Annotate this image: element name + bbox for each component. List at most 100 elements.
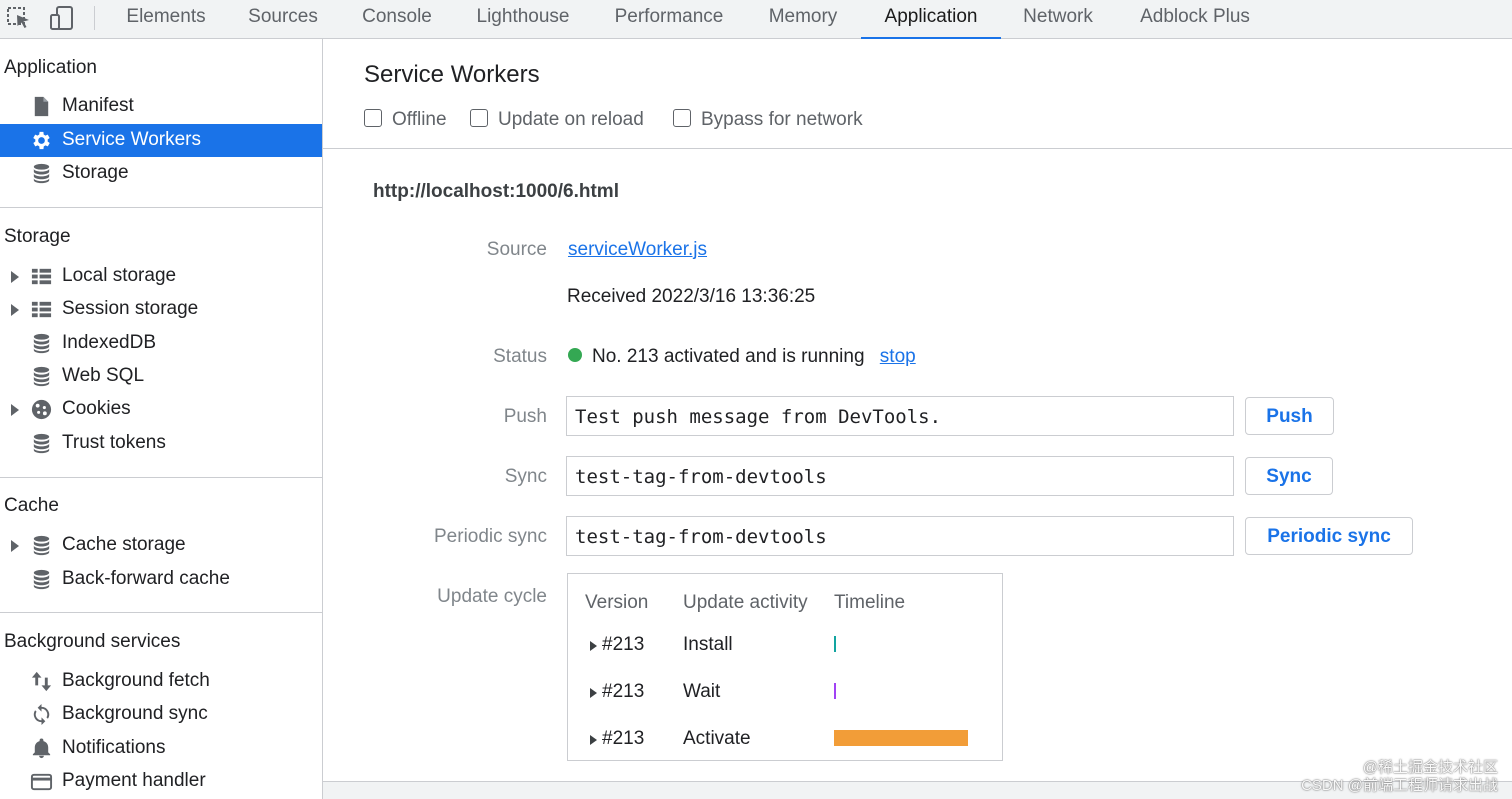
sidebar-item-label: Local storage bbox=[62, 265, 177, 286]
sidebar-item-label: IndexedDB bbox=[62, 332, 157, 353]
sidebar-divider bbox=[0, 207, 322, 208]
sidebar-item-session-storage[interactable]: Session storage bbox=[0, 293, 322, 326]
sidebar-section-cache: Cache bbox=[4, 495, 59, 516]
wait-timeline-bar bbox=[834, 683, 836, 699]
push-message-input[interactable]: Test push message from DevTools. bbox=[566, 396, 1234, 436]
periodic-sync-button[interactable]: Periodic sync bbox=[1245, 517, 1413, 555]
sidebar-item-web-sql[interactable]: Web SQL bbox=[0, 360, 322, 393]
activate-timeline-bar bbox=[834, 730, 968, 746]
table-row[interactable]: #213 Install bbox=[568, 632, 1004, 660]
bypass-for-network-checkbox[interactable]: Bypass for network bbox=[673, 109, 863, 131]
sidebar-item-local-storage[interactable]: Local storage bbox=[0, 260, 322, 293]
expand-arrow-icon[interactable] bbox=[11, 271, 19, 283]
sidebar-item-label: Background fetch bbox=[62, 670, 210, 691]
tab-network[interactable]: Network bbox=[1008, 0, 1108, 38]
version-cell: #213 bbox=[602, 634, 645, 655]
sync-tag-input[interactable]: test-tag-from-devtools bbox=[566, 456, 1234, 496]
activity-column-header: Update activity bbox=[683, 592, 808, 613]
sidebar-item-notifications[interactable]: Notifications bbox=[0, 732, 322, 765]
expand-arrow-icon[interactable] bbox=[11, 540, 19, 552]
sidebar-item-label: Cookies bbox=[62, 398, 131, 419]
sync-label: Sync bbox=[504, 466, 547, 487]
timeline-column-header: Timeline bbox=[834, 592, 906, 613]
sidebar-item-background-sync[interactable]: Background sync bbox=[0, 698, 322, 731]
sidebar-item-indexeddb[interactable]: IndexedDB bbox=[0, 327, 322, 360]
expand-arrow-icon[interactable] bbox=[590, 688, 597, 698]
sidebar-item-label: Notifications bbox=[62, 737, 166, 758]
application-sidebar: Application Manifest Service Workers Sto… bbox=[0, 39, 323, 799]
sidebar-item-label: Back-forward cache bbox=[62, 568, 230, 589]
expand-arrow-icon[interactable] bbox=[11, 404, 19, 416]
sidebar-section-background-services: Background services bbox=[4, 631, 181, 652]
update-on-reload-checkbox[interactable]: Update on reload bbox=[470, 109, 644, 131]
version-cell: #213 bbox=[602, 681, 645, 702]
bell-icon bbox=[30, 737, 53, 760]
up-down-arrows-icon bbox=[30, 670, 53, 693]
sync-icon bbox=[30, 703, 53, 726]
cookie-icon bbox=[30, 398, 53, 421]
sidebar-item-payment-handler[interactable]: Payment handler bbox=[0, 765, 322, 798]
status-running-icon bbox=[568, 348, 582, 362]
sidebar-divider bbox=[0, 477, 322, 478]
offline-checkbox[interactable]: Offline bbox=[364, 109, 447, 131]
update-cycle-label: Update cycle bbox=[437, 586, 547, 607]
gear-icon bbox=[30, 129, 53, 152]
tab-application[interactable]: Application bbox=[861, 0, 1001, 39]
push-label: Push bbox=[503, 406, 547, 427]
sidebar-section-storage: Storage bbox=[4, 226, 71, 247]
sidebar-item-manifest[interactable]: Manifest bbox=[0, 90, 322, 123]
tab-elements[interactable]: Elements bbox=[108, 0, 224, 38]
stop-link[interactable]: stop bbox=[880, 346, 916, 367]
sidebar-item-cookies[interactable]: Cookies bbox=[0, 393, 322, 426]
activity-cell: Activate bbox=[683, 728, 751, 749]
table-row[interactable]: #213 Activate bbox=[568, 726, 1004, 754]
sidebar-item-label: Storage bbox=[62, 162, 129, 183]
checkbox-box[interactable] bbox=[673, 109, 691, 127]
tab-performance[interactable]: Performance bbox=[596, 0, 742, 38]
database-icon bbox=[30, 534, 53, 557]
watermark-line-2: CSDN @前端工程师请求出战 bbox=[1301, 777, 1498, 794]
bypass-for-network-label: Bypass for network bbox=[701, 109, 863, 130]
checkbox-box[interactable] bbox=[364, 109, 382, 127]
device-toggle-icon[interactable] bbox=[48, 4, 76, 32]
sidebar-item-back-forward-cache[interactable]: Back-forward cache bbox=[0, 563, 322, 596]
source-link[interactable]: serviceWorker.js bbox=[568, 239, 707, 261]
sidebar-item-label: Trust tokens bbox=[62, 432, 166, 453]
document-icon bbox=[30, 95, 53, 118]
tab-sources[interactable]: Sources bbox=[232, 0, 334, 38]
sidebar-item-storage[interactable]: Storage bbox=[0, 157, 322, 190]
devtools-tab-bar: Elements Sources Console Lighthouse Perf… bbox=[0, 0, 1512, 39]
element-picker-icon[interactable] bbox=[5, 4, 33, 32]
credit-card-icon bbox=[30, 770, 53, 793]
expand-arrow-icon[interactable] bbox=[590, 735, 597, 745]
tab-lighthouse[interactable]: Lighthouse bbox=[460, 0, 586, 38]
service-worker-scope-url: http://localhost:1000/6.html bbox=[373, 181, 619, 202]
database-icon bbox=[30, 332, 53, 355]
periodic-sync-tag-input[interactable]: test-tag-from-devtools bbox=[566, 516, 1234, 556]
sync-button[interactable]: Sync bbox=[1245, 457, 1333, 495]
expand-arrow-icon[interactable] bbox=[590, 641, 597, 651]
database-icon bbox=[30, 162, 53, 185]
sidebar-item-label: Manifest bbox=[62, 95, 134, 116]
checkbox-box[interactable] bbox=[470, 109, 488, 127]
sidebar-item-label: Session storage bbox=[62, 298, 199, 319]
periodic-sync-label: Periodic sync bbox=[434, 526, 547, 547]
database-icon bbox=[30, 365, 53, 388]
sidebar-item-trust-tokens[interactable]: Trust tokens bbox=[0, 427, 322, 460]
sidebar-item-label: Background sync bbox=[62, 703, 208, 724]
tab-adblock-plus[interactable]: Adblock Plus bbox=[1122, 0, 1268, 38]
tab-console[interactable]: Console bbox=[344, 0, 450, 38]
install-timeline-bar bbox=[834, 636, 836, 652]
sidebar-item-cache-storage[interactable]: Cache storage bbox=[0, 529, 322, 562]
tab-memory[interactable]: Memory bbox=[752, 0, 854, 38]
sidebar-item-background-fetch[interactable]: Background fetch bbox=[0, 665, 322, 698]
status-text: No. 213 activated and is running bbox=[592, 346, 865, 367]
expand-arrow-icon[interactable] bbox=[11, 304, 19, 316]
push-button[interactable]: Push bbox=[1245, 397, 1334, 435]
sidebar-item-label: Cache storage bbox=[62, 534, 186, 555]
version-cell: #213 bbox=[602, 728, 645, 749]
table-row[interactable]: #213 Wait bbox=[568, 679, 1004, 707]
activity-cell: Install bbox=[683, 634, 733, 655]
sidebar-item-service-workers[interactable]: Service Workers bbox=[0, 124, 322, 157]
page-title: Service Workers bbox=[364, 61, 540, 88]
